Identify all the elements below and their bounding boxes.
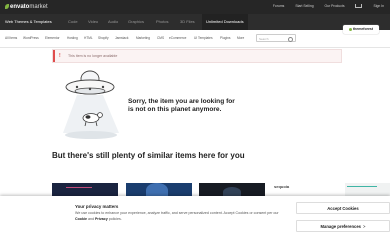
top-links: Forums Start Selling Our Products Sign I… (263, 4, 384, 8)
subnav-ui-templates[interactable]: UI Templates (194, 30, 213, 47)
thumbnail-art (66, 187, 92, 188)
manage-preferences-button[interactable]: Manage preferences > (296, 220, 390, 232)
our-products-link[interactable]: Our Products (325, 4, 345, 8)
tab-code[interactable]: Code (68, 14, 78, 30)
not-found-line-1: Sorry, the item you are looking for (128, 98, 235, 105)
thumbnail-label: sequoia (274, 184, 290, 189)
chevron-right-icon: > (363, 224, 366, 229)
subnav-ecommerce[interactable]: eCommerce (169, 30, 186, 47)
subnav-marketing[interactable]: Marketing (136, 30, 150, 47)
similar-items-heading: But there's still plenty of similar item… (52, 151, 245, 160)
cookie-body: We use cookies to enhance your experienc… (75, 211, 280, 222)
notice-text: This item is no longer available (68, 54, 118, 58)
start-selling-link[interactable]: Start Selling (295, 4, 313, 8)
tab-unlimited-downloads[interactable]: Unlimited Downloads (202, 14, 248, 30)
cookie-body-suffix: policies. (108, 216, 122, 221)
sign-in-link[interactable]: Sign In (373, 4, 384, 8)
subnav-cms[interactable]: CMS (157, 30, 164, 47)
cart-icon[interactable] (355, 4, 363, 8)
cookie-policy-link[interactable]: Cookie (75, 217, 87, 221)
category-bar: Web Themes & Templates Code Video Audio … (0, 14, 390, 30)
warning-icon: ! (59, 53, 61, 59)
tab-photos[interactable]: Photos (156, 14, 168, 30)
similar-item-thumbnail[interactable]: sequoia (272, 183, 338, 197)
thumbnail-art (146, 183, 168, 197)
tab-video[interactable]: Video (88, 14, 98, 30)
unavailable-notice: ! This item is no longer available (52, 49, 342, 63)
leaf-icon (5, 4, 9, 9)
similar-item-thumbnail[interactable] (345, 183, 390, 197)
subnav-hosting[interactable]: Hosting (67, 30, 78, 47)
not-found-message: Sorry, the item you are looking for is n… (128, 98, 248, 114)
top-bar: envatomarket Forums Start Selling Our Pr… (0, 0, 390, 14)
themeforest-logo-icon (348, 27, 352, 31)
similar-item-thumbnail[interactable] (199, 183, 265, 197)
tab-web-themes[interactable]: Web Themes & Templates (5, 14, 52, 30)
sub-navigation: All Items WordPress Elementor Hosting HT… (0, 30, 390, 48)
subnav-plugins[interactable]: Plugins (220, 30, 230, 47)
envato-logo[interactable]: envatomarket (5, 3, 48, 11)
subnav-more[interactable]: More (237, 30, 244, 47)
themeforest-label: themeforest (352, 27, 374, 31)
similar-item-thumbnail[interactable] (52, 183, 118, 197)
subnav-wordpress[interactable]: WordPress (23, 30, 39, 47)
subnav-elementor[interactable]: Elementor (45, 30, 60, 47)
cookie-title: Your privacy matters (75, 204, 119, 209)
search-input[interactable]: Search (256, 34, 296, 42)
subnav-all-items[interactable]: All Items (5, 30, 17, 47)
logo-suffix: market (29, 4, 48, 10)
cookie-body-and: and (87, 216, 94, 221)
ufo-illustration-icon (63, 70, 119, 139)
subnav-html[interactable]: HTML (84, 30, 93, 47)
themeforest-badge[interactable]: themeforest (343, 25, 379, 34)
similar-item-thumbnail[interactable] (126, 183, 192, 197)
search-placeholder: Search (259, 37, 269, 41)
forums-link[interactable]: Forums (273, 4, 285, 8)
privacy-policy-link[interactable]: Privacy (95, 217, 108, 221)
thumbnail-art (347, 186, 377, 187)
cookie-body-text: We use cookies to enhance your experienc… (75, 211, 279, 215)
subnav-jamstack[interactable]: Jamstack (115, 30, 128, 47)
search-icon (288, 37, 293, 42)
tab-audio[interactable]: Audio (108, 14, 118, 30)
logo-text: envato (10, 4, 30, 10)
subnav-shopify[interactable]: Shopify (98, 30, 109, 47)
not-found-line-2: is not on this planet anymore. (128, 106, 222, 113)
tab-3d-files[interactable]: 3D Files (180, 14, 195, 30)
cookie-banner: Your privacy matters We use cookies to e… (0, 196, 390, 240)
accept-cookies-button[interactable]: Accept Cookies (296, 202, 390, 214)
manage-preferences-label: Manage preferences (320, 224, 362, 229)
tab-graphics[interactable]: Graphics (128, 14, 144, 30)
notice-accent-bar (53, 50, 55, 62)
